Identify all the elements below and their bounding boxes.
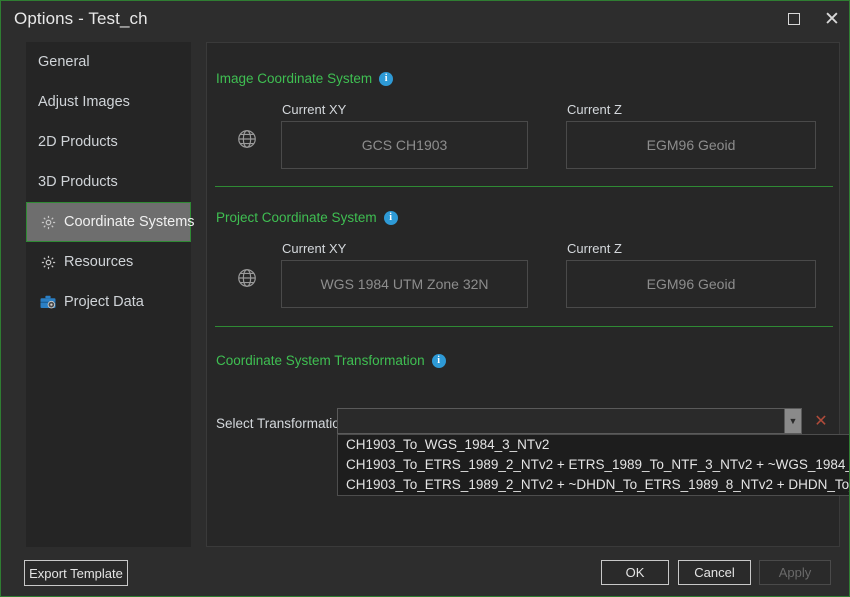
dropdown-option[interactable]: CH1903_To_ETRS_1989_2_NTv2 + ~DHDN_To_ET… — [338, 475, 849, 495]
sidebar-item-label: Adjust Images — [38, 94, 130, 110]
info-icon[interactable]: i — [379, 71, 394, 86]
sidebar-item-label: Project Data — [64, 294, 144, 310]
chevron-down-icon[interactable]: ▼ — [784, 409, 801, 433]
maximize-button[interactable] — [775, 1, 813, 37]
options-dialog: Options - Test_ch ✕ General Adjust Image… — [0, 0, 850, 597]
info-icon[interactable]: i — [383, 210, 398, 225]
select-transformation-label: Select Transformation — [216, 416, 348, 431]
sidebar-item-2d-products[interactable]: 2D Products — [26, 122, 191, 162]
dropdown-option[interactable]: CH1903_To_WGS_1984_3_NTv2 — [338, 435, 849, 455]
sidebar-item-label: 2D Products — [38, 134, 118, 150]
project-coordinate-system-section: Project Coordinate System i Current XY C… — [207, 210, 841, 308]
maximize-icon — [788, 13, 800, 25]
sidebar-item-label: Coordinate Systems — [64, 214, 195, 230]
image-cs-z-value: EGM96 Geoid — [566, 121, 816, 169]
info-icon[interactable]: i — [431, 353, 446, 368]
ok-button[interactable]: OK — [601, 560, 669, 585]
project-cs-heading: Project Coordinate System i — [216, 210, 841, 225]
sidebar-item-general[interactable]: General — [26, 42, 191, 82]
sidebar-item-adjust-images[interactable]: Adjust Images — [26, 82, 191, 122]
title-bar: Options - Test_ch ✕ — [1, 1, 849, 37]
project-cs-xy-value: WGS 1984 UTM Zone 32N — [281, 260, 528, 308]
image-cs-xy-value: GCS CH1903 — [281, 121, 528, 169]
close-icon: ✕ — [824, 7, 840, 30]
window-title: Options - Test_ch — [14, 9, 148, 28]
sidebar-item-3d-products[interactable]: 3D Products — [26, 162, 191, 202]
window-controls: ✕ — [775, 1, 849, 37]
section-divider-1 — [215, 186, 833, 187]
sidebar-item-label: General — [38, 54, 90, 70]
dropdown-option[interactable]: CH1903_To_ETRS_1989_2_NTv2 + ETRS_1989_T… — [338, 455, 849, 475]
project-cs-z-value: EGM96 Geoid — [566, 260, 816, 308]
export-template-button[interactable]: Export Template — [24, 560, 128, 586]
project-cs-xy-label: Current XY — [282, 241, 347, 256]
transformation-section: Coordinate System Transformation i Selec… — [207, 353, 841, 431]
image-cs-title: Image Coordinate System — [216, 71, 373, 86]
sidebar-item-resources[interactable]: Resources — [26, 242, 191, 282]
section-divider-2 — [215, 326, 833, 327]
apply-button: Apply — [759, 560, 831, 585]
gear-icon — [38, 212, 58, 232]
image-cs-heading: Image Coordinate System i — [216, 71, 841, 86]
project-data-icon — [38, 292, 58, 312]
sidebar-item-project-data[interactable]: Project Data — [26, 282, 191, 322]
sidebar-item-coordinate-systems[interactable]: Coordinate Systems — [26, 202, 195, 242]
sidebar-item-label: 3D Products — [38, 174, 118, 190]
globe-icon — [236, 128, 258, 155]
transformation-input[interactable] — [338, 409, 784, 433]
gear-icon — [38, 252, 58, 272]
transformation-title: Coordinate System Transformation — [216, 353, 425, 368]
sidebar-item-label: Resources — [64, 254, 134, 270]
transformation-combobox[interactable]: ▼ — [337, 408, 802, 434]
globe-icon — [236, 267, 258, 294]
clear-x-icon[interactable]: ✕ — [812, 412, 830, 430]
cancel-button[interactable]: Cancel — [678, 560, 751, 585]
transformation-dropdown-list: CH1903_To_WGS_1984_3_NTv2 CH1903_To_ETRS… — [337, 434, 849, 496]
image-cs-z-label: Current Z — [567, 102, 622, 117]
close-button[interactable]: ✕ — [813, 1, 849, 37]
transformation-heading: Coordinate System Transformation i — [216, 353, 841, 368]
image-coordinate-system-section: Image Coordinate System i Current XY Cur… — [207, 71, 841, 169]
image-cs-xy-label: Current XY — [282, 102, 347, 117]
project-cs-title: Project Coordinate System — [216, 210, 377, 225]
project-cs-z-label: Current Z — [567, 241, 622, 256]
sidebar: General Adjust Images 2D Products 3D Pro… — [26, 42, 195, 547]
